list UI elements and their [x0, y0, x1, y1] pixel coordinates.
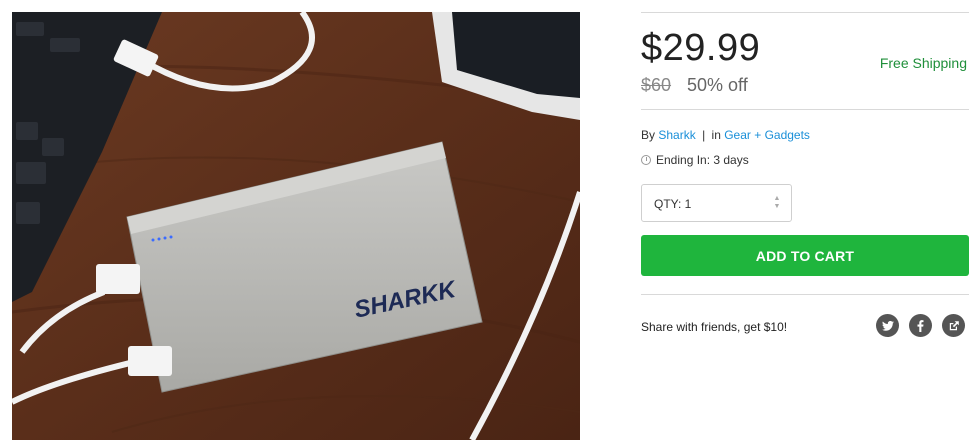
free-shipping-label: Free Shipping [879, 55, 967, 71]
share-text: Share with friends, get $10! [641, 320, 788, 334]
social-icons [876, 314, 965, 337]
quantity-label: QTY: 1 [654, 197, 692, 211]
product-image: SHARKK [12, 12, 580, 440]
category-link[interactable]: Gear + Gadgets [724, 128, 810, 142]
facebook-icon[interactable] [909, 314, 932, 337]
discount-label: 50% off [687, 75, 748, 95]
ending-text: Ending In: 3 days [656, 153, 749, 167]
original-price: $60 [641, 75, 672, 95]
updown-arrows-icon: ▲ ▼ [773, 195, 781, 210]
in-prefix: in [711, 128, 721, 142]
ending-line: Ending In: 3 days [641, 152, 969, 168]
twitter-icon[interactable] [876, 314, 899, 337]
seller-link[interactable]: Sharkk [658, 128, 695, 142]
price-section: $29.99 $60 50% off Free Shipping [641, 13, 969, 109]
clock-icon [641, 155, 651, 165]
sale-price: $29.99 [641, 27, 761, 69]
by-prefix: By [641, 128, 656, 142]
share-section: Share with friends, get $10! [641, 295, 969, 355]
seller-line: By Sharkk | in Gear + Gadgets [641, 128, 969, 144]
share-icon[interactable] [942, 314, 965, 337]
divider [641, 109, 969, 110]
add-to-cart-button[interactable]: ADD TO CART [641, 235, 969, 276]
quantity-select[interactable]: QTY: 1 ▲ ▼ [641, 184, 792, 222]
product-info-panel: $29.99 $60 50% off Free Shipping By Shar… [641, 12, 969, 355]
separator: | [702, 128, 706, 142]
